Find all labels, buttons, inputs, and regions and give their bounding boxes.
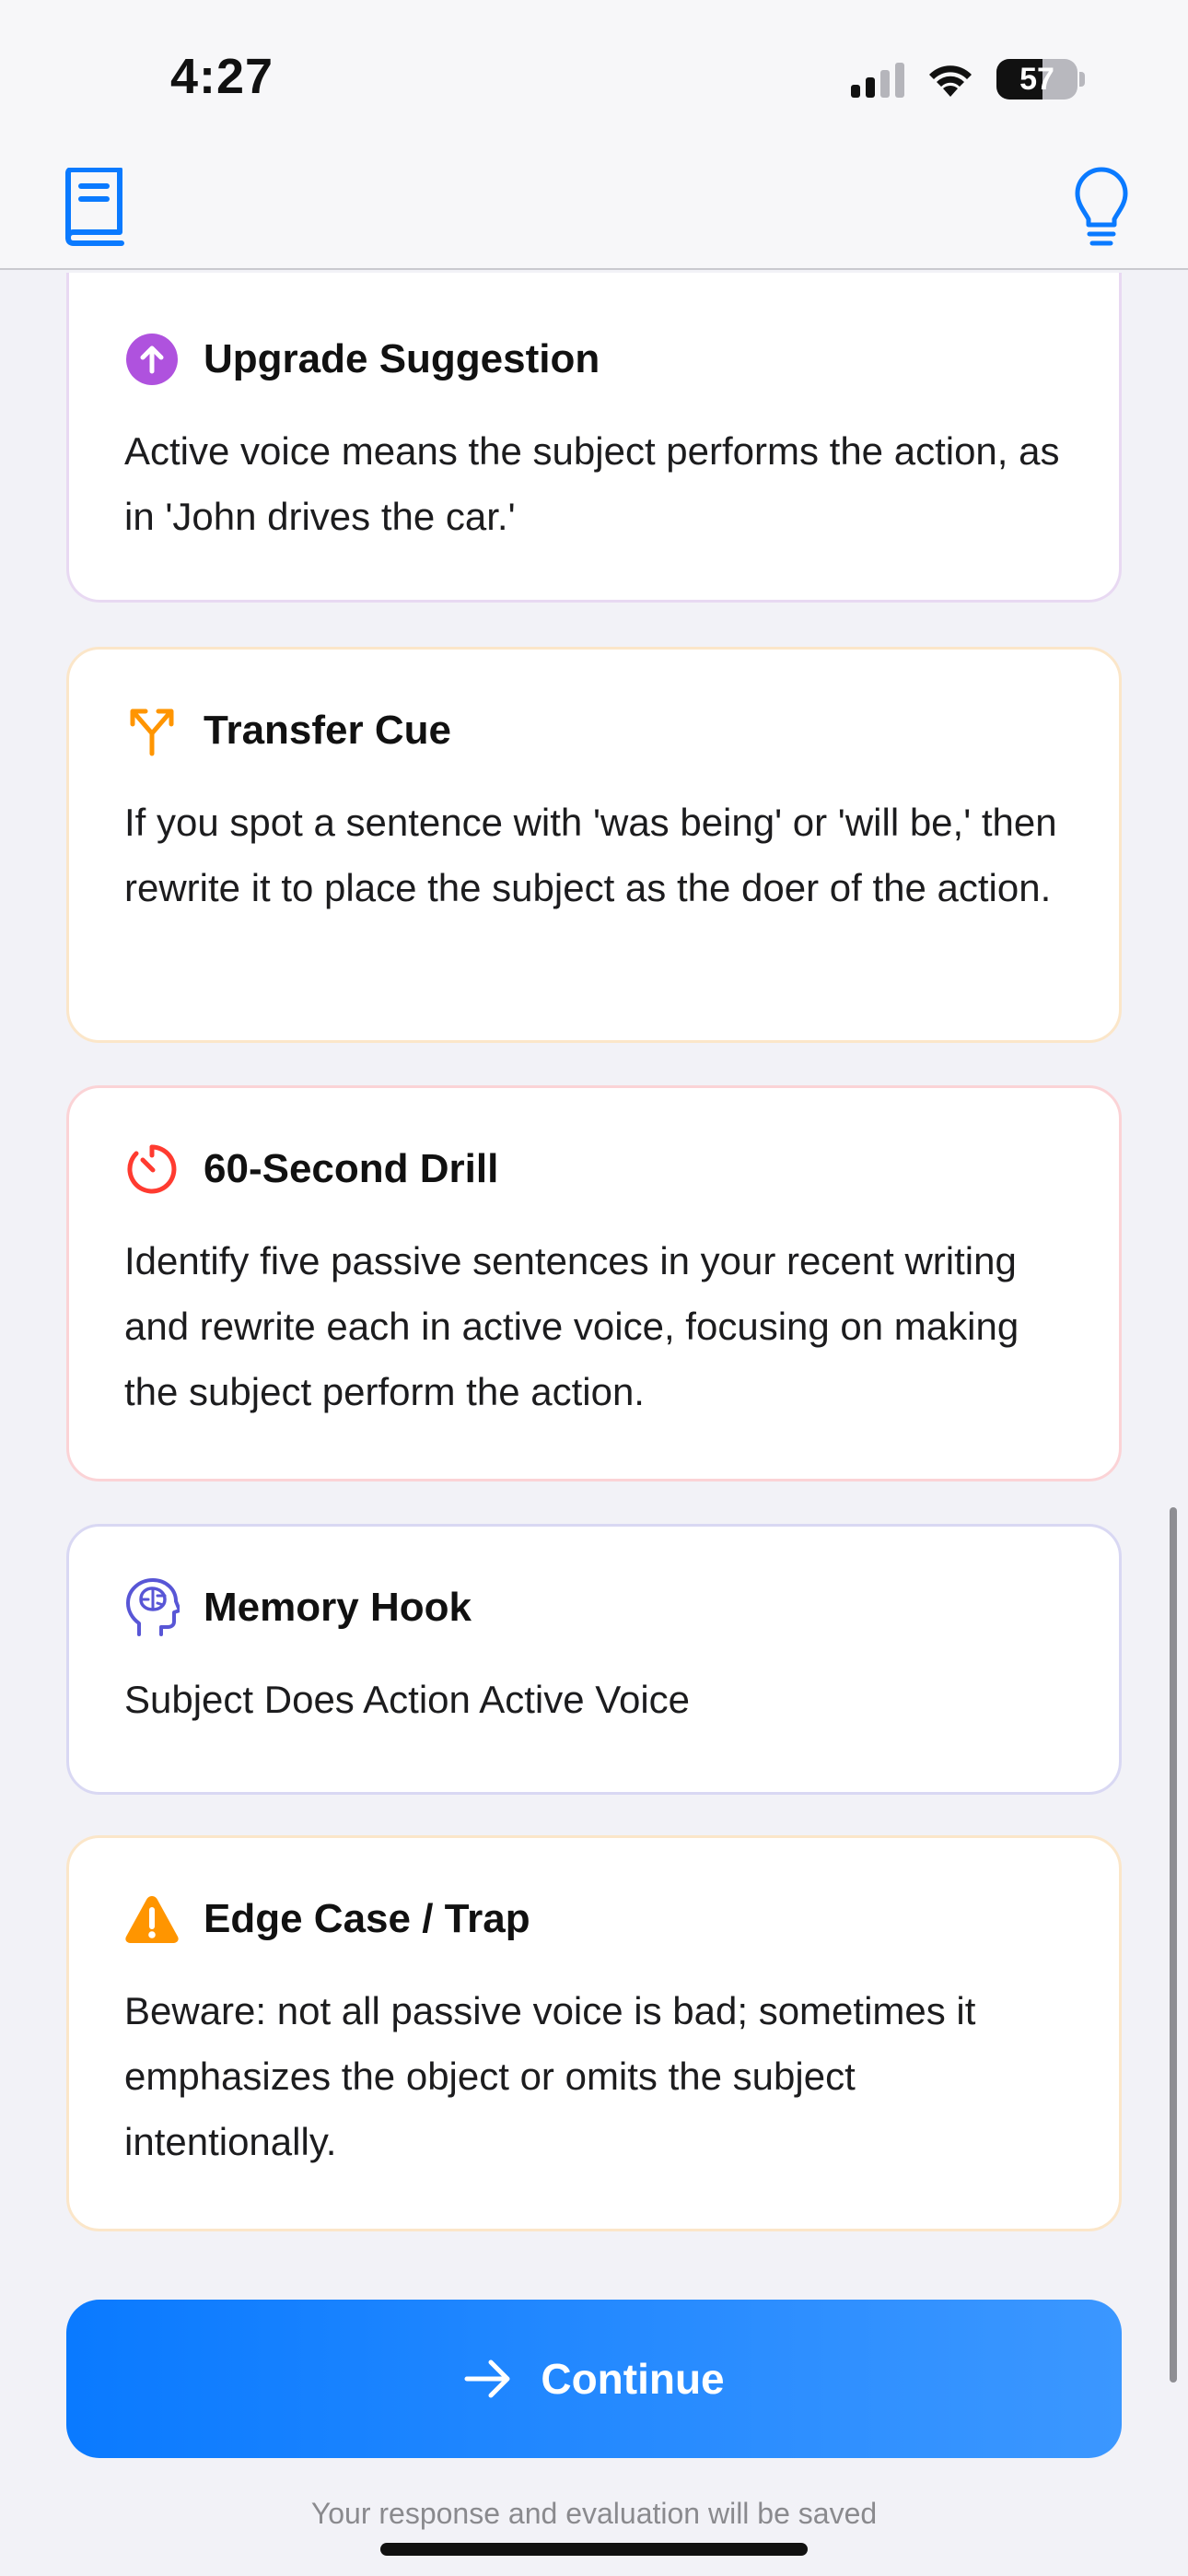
wifi-icon — [929, 65, 972, 97]
card-body: Beware: not all passive voice is bad; so… — [124, 1989, 976, 2163]
battery-level: 57 — [1019, 61, 1054, 97]
card-body: Subject Does Action Active Voice — [124, 1678, 691, 1721]
card-edge-case-trap: Edge Case / Trap Beware: not all passive… — [66, 1835, 1122, 2231]
lightbulb-icon[interactable] — [1074, 166, 1129, 251]
card-title: Memory Hook — [204, 1585, 472, 1630]
continue-label: Continue — [541, 2355, 725, 2403]
status-icons: 57 — [851, 57, 1085, 101]
card-body: Active voice means the subject performs … — [124, 429, 1060, 538]
card-title: Transfer Cue — [204, 708, 451, 753]
card-60-second-drill: 60-Second Drill Identify five passive se… — [66, 1085, 1122, 1481]
arrow-right-icon — [464, 2359, 510, 2398]
save-notice: Your response and evaluation will be sav… — [310, 2497, 878, 2530]
card-upgrade-suggestion: Upgrade Suggestion Active voice means th… — [66, 273, 1122, 603]
fork-arrow-icon — [124, 703, 180, 758]
brain-head-icon — [124, 1578, 180, 1636]
continue-button[interactable]: Continue — [66, 2300, 1122, 2458]
card-body: If you spot a sentence with 'was being' … — [124, 801, 1057, 909]
home-indicator[interactable] — [380, 2543, 808, 2556]
card-transfer-cue: Transfer Cue If you spot a sentence with… — [66, 647, 1122, 1043]
card-body: Identify five passive sentences in your … — [124, 1239, 1019, 1413]
status-time: 4:27 — [170, 49, 274, 104]
card-title: Edge Case / Trap — [204, 1896, 530, 1941]
top-bar: 4:27 57 — [0, 0, 1188, 270]
book-icon[interactable] — [61, 168, 127, 247]
arrow-up-circle-icon — [124, 332, 180, 387]
timer-icon — [124, 1142, 180, 1197]
card-title: Upgrade Suggestion — [204, 336, 600, 381]
cellular-signal-icon — [851, 61, 904, 98]
scrollbar[interactable] — [1170, 1507, 1177, 2383]
card-title: 60-Second Drill — [204, 1146, 499, 1191]
card-memory-hook: Memory Hook Subject Does Action Active V… — [66, 1524, 1122, 1795]
warning-triangle-icon — [124, 1891, 180, 1947]
battery-icon: 57 — [996, 59, 1085, 100]
